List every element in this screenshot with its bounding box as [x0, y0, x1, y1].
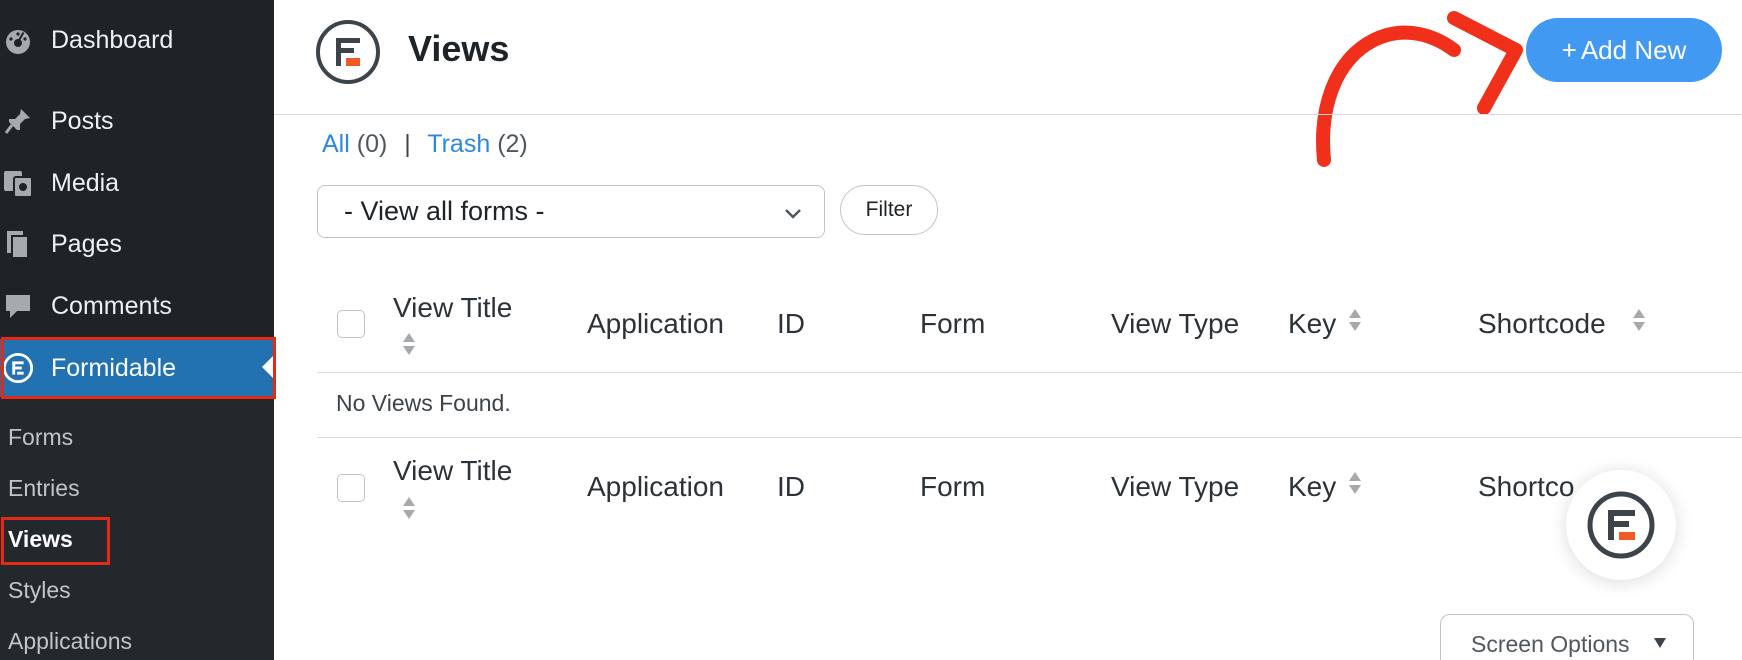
form-filter-value: - View all forms -: [344, 196, 545, 226]
annotation-arrow: [1316, 11, 1523, 167]
add-new-button[interactable]: + Add New: [1526, 18, 1722, 82]
column-form: Form: [920, 308, 986, 339]
screen-options-tab[interactable]: Screen Options: [1440, 614, 1694, 660]
sidebar-item-posts[interactable]: Posts: [0, 93, 274, 149]
caret-down-icon: [1654, 638, 1666, 648]
header-divider: [274, 114, 1742, 115]
formidable-logo-icon: [1587, 491, 1655, 559]
filter-trash-link[interactable]: Trash: [427, 130, 490, 158]
media-icon: [2, 167, 34, 199]
chevron-down-icon: [785, 209, 801, 219]
column-shortcode[interactable]: Shortcode: [1478, 308, 1606, 340]
dashboard-icon: [2, 24, 34, 56]
sort-icon[interactable]: [402, 496, 416, 520]
submenu-item-applications[interactable]: Applications: [8, 628, 132, 655]
column-view-type: View Type: [1111, 308, 1240, 339]
empty-table-message: No Views Found.: [336, 390, 511, 416]
sort-icon[interactable]: [1348, 471, 1362, 495]
admin-sidebar: Dashboard Posts Media Pages Comments For…: [0, 0, 276, 660]
sort-icon[interactable]: [402, 332, 416, 356]
formidable-logo-icon: [336, 38, 360, 66]
screen-options-label: Screen Options: [1471, 631, 1630, 657]
column-view-type-footer: View Type: [1111, 471, 1240, 502]
pages-icon: [2, 228, 34, 260]
formidable-floating-button[interactable]: [1566, 470, 1676, 580]
sort-icon[interactable]: [1632, 308, 1646, 332]
form-filter-select[interactable]: - View all forms -: [317, 185, 825, 238]
filter-button[interactable]: Filter: [840, 185, 938, 235]
formidable-logo: [316, 20, 380, 84]
select-all-checkbox-footer[interactable]: [337, 474, 365, 502]
select-all-checkbox[interactable]: [337, 310, 365, 338]
column-id: ID: [777, 308, 805, 339]
column-shortcode-footer[interactable]: Shortco: [1478, 471, 1575, 503]
comment-icon: [2, 290, 34, 322]
pin-icon: [2, 105, 34, 137]
column-form-footer: Form: [920, 471, 986, 502]
add-new-label: Add New: [1580, 34, 1687, 65]
main-content: Views + Add New All (0) | Trash (2) - Vi…: [274, 0, 1742, 660]
sidebar-item-label: Media: [51, 168, 120, 197]
column-application-footer: Application: [587, 471, 724, 502]
all-count: (0): [356, 130, 388, 158]
table-divider: [317, 437, 1742, 438]
column-key[interactable]: Key: [1288, 308, 1336, 340]
view-status-filter: All (0) | Trash (2): [322, 130, 528, 159]
table-divider: [317, 372, 1742, 373]
sidebar-item-media[interactable]: Media: [0, 155, 274, 211]
submenu-item-styles[interactable]: Styles: [8, 577, 71, 604]
trash-count: (2): [497, 130, 528, 158]
sidebar-item-pages[interactable]: Pages: [0, 216, 274, 272]
sidebar-item-label: Pages: [51, 229, 122, 258]
submenu-item-entries[interactable]: Entries: [8, 475, 80, 502]
sidebar-item-label: Comments: [51, 291, 172, 320]
views-highlight-box: [1, 517, 110, 565]
sidebar-item-label: Posts: [51, 106, 114, 135]
sort-icon[interactable]: [1348, 308, 1362, 332]
column-view-title[interactable]: View Title: [393, 292, 512, 324]
submenu-item-forms[interactable]: Forms: [8, 424, 73, 451]
page-title: Views: [408, 28, 510, 69]
filter-all-link[interactable]: All: [322, 130, 350, 158]
formidable-highlight-box: [1, 337, 276, 399]
column-application: Application: [587, 308, 724, 339]
sidebar-item-dashboard[interactable]: Dashboard: [0, 12, 274, 68]
column-key-footer[interactable]: Key: [1288, 471, 1336, 503]
column-id-footer: ID: [777, 471, 805, 502]
column-view-title-footer[interactable]: View Title: [393, 455, 512, 487]
sidebar-item-label: Dashboard: [51, 25, 174, 54]
sidebar-item-comments[interactable]: Comments: [0, 278, 274, 334]
plus-icon: +: [1561, 34, 1577, 65]
separator: |: [404, 130, 411, 158]
